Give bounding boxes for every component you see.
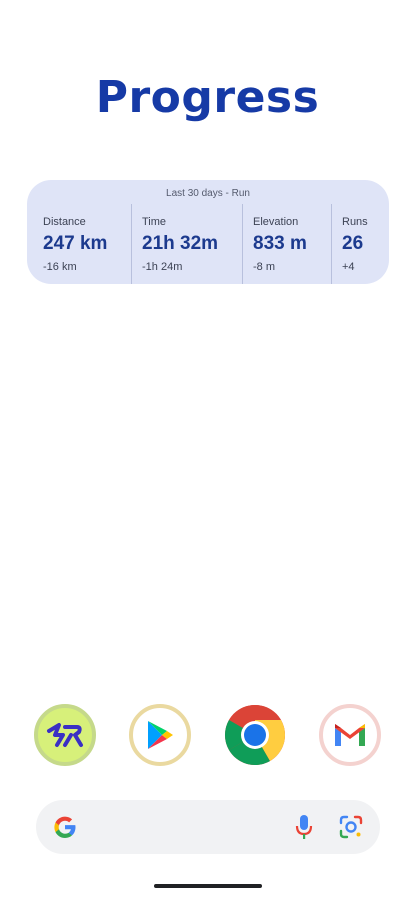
stat-label: Runs	[342, 216, 368, 228]
google-search-bar[interactable]	[36, 800, 380, 854]
app-dock	[0, 704, 415, 768]
play-store-icon[interactable]	[129, 704, 191, 766]
microphone-icon[interactable]	[294, 813, 314, 846]
gesture-nav-handle[interactable]	[154, 884, 262, 888]
stat-delta: -16 km	[43, 261, 77, 273]
chrome-icon[interactable]	[224, 704, 286, 766]
stat-value: 247 km	[43, 233, 108, 254]
gmail-icon[interactable]	[319, 704, 381, 766]
google-lens-icon[interactable]	[338, 814, 364, 845]
stat-value: 833 m	[253, 233, 307, 254]
stat-value: 21h 32m	[142, 233, 219, 254]
stat-divider	[131, 204, 132, 284]
stat-label: Distance	[43, 216, 86, 228]
runner-app-icon[interactable]	[34, 704, 96, 766]
stat-delta: +4	[342, 261, 355, 273]
stat-value: 26	[342, 233, 364, 254]
stat-divider	[331, 204, 332, 284]
stat-delta: -8 m	[253, 261, 275, 273]
stat-delta: -1h 24m	[142, 261, 183, 273]
stat-label: Elevation	[253, 216, 299, 228]
google-g-icon	[52, 814, 78, 845]
stat-label: Time	[142, 216, 167, 228]
page-title: Progress	[95, 72, 320, 123]
progress-widget[interactable]: Last 30 days - Run Distance 247 km -16 k…	[27, 180, 389, 284]
widget-period: Last 30 days - Run	[166, 188, 250, 199]
stat-divider	[242, 204, 243, 284]
